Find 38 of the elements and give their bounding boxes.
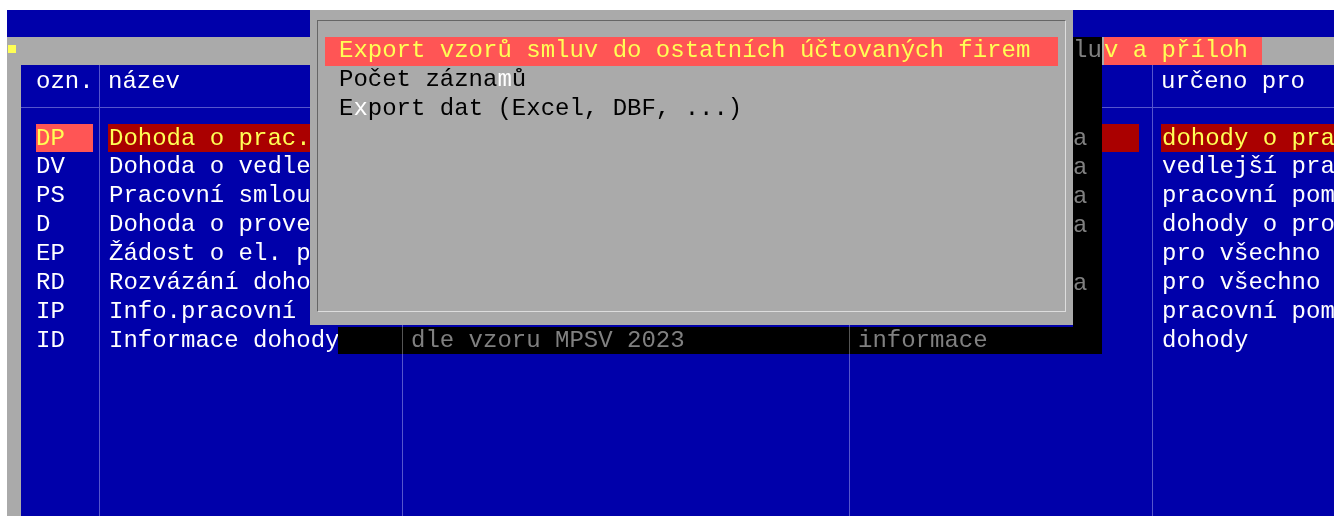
- table-cell-text: PS: [36, 181, 66, 210]
- table-cell-text: DV: [36, 152, 66, 181]
- table-cell-text: Rozvázání doho: [108, 268, 312, 297]
- column-header: určeno pro: [1161, 68, 1306, 95]
- table-cell: DP: [36, 124, 93, 152]
- table-cell-text: dle vzoru MPSV 2023: [410, 327, 686, 354]
- table-cell-text: Info.pracovní: [108, 297, 298, 326]
- table-cell-text: ID: [36, 326, 66, 355]
- table-cell: pracovní pom: [1161, 181, 1334, 210]
- table-cell: dohody o pra: [1161, 124, 1334, 152]
- table-cell-text: EP: [36, 239, 66, 268]
- table-cell-text: Pracovní smlou: [108, 181, 312, 210]
- table-cell-text: IP: [36, 297, 66, 326]
- table-cell-text: Dohoda o vedle: [108, 152, 312, 181]
- table-cell-text: Dohoda o prove: [108, 210, 312, 239]
- window-title: v a příloh: [1103, 37, 1262, 65]
- table-cell-text: a: [1073, 211, 1089, 240]
- table-cell: vedlejší pra: [1161, 152, 1334, 181]
- table-cell-text: a: [1073, 182, 1089, 211]
- table-cell: dohody o pro: [1161, 210, 1334, 239]
- column-header: ozn.: [36, 68, 94, 95]
- menu-item[interactable]: Export dat (Excel, DBF, ...): [325, 95, 1058, 124]
- table-cell-text: Informace dohody: [108, 326, 341, 355]
- table-cell-text: D: [36, 210, 52, 239]
- table-cell-text: Žádost o el. p: [108, 239, 312, 268]
- table-cell-text: dohody: [1161, 326, 1250, 355]
- table-cell: pracovní pom: [1161, 297, 1334, 326]
- table-cell-text: a: [1073, 124, 1089, 153]
- table-cell-text: RD: [36, 268, 66, 297]
- column-header: název: [108, 68, 180, 95]
- window-title: lu: [1073, 37, 1102, 65]
- menu-item[interactable]: Počet záznamů: [325, 66, 1058, 95]
- table-cell-text: informace: [857, 327, 988, 354]
- table-cell-text: a: [1073, 269, 1089, 298]
- table-cell-text: pro všechno: [1161, 268, 1322, 297]
- table-cell-text: a: [1073, 153, 1089, 182]
- table-cell-text: pro všechno: [1161, 239, 1322, 268]
- square-icon: [8, 45, 16, 53]
